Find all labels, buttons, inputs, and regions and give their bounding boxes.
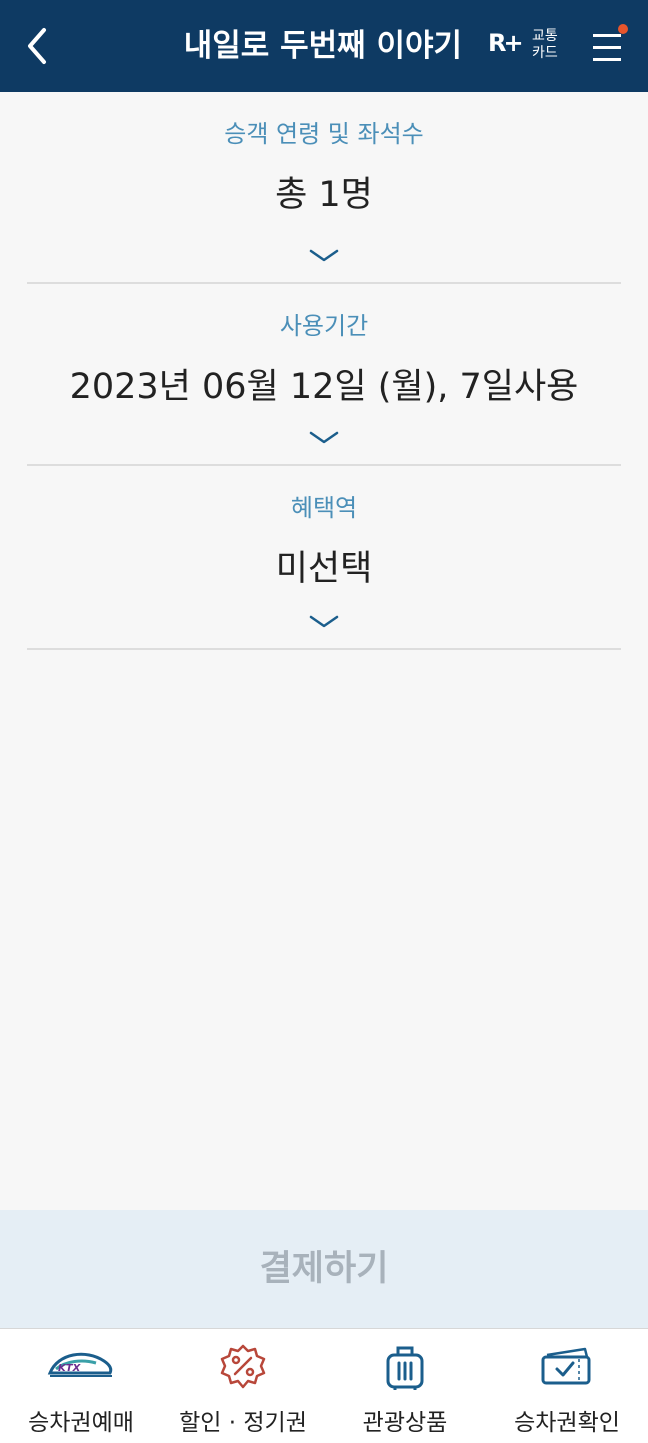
menu-button[interactable] [588,24,628,68]
passenger-label: 승객 연령 및 좌석수 [224,120,424,148]
ticket-check-icon [541,1347,591,1385]
hamburger-menu-icon [593,34,621,37]
benefit-station-value: 미선택 [275,549,373,589]
chevron-down-icon [309,431,339,444]
menu-bar [593,46,621,49]
tab-ticket-booking-label: 승차권예매 [28,1410,134,1436]
discount-badge-icon [220,1344,266,1389]
tab-discount-pass-label: 할인 · 정기권 [179,1410,307,1436]
tab-discount-pass[interactable]: 할인 · 정기권 [162,1329,324,1443]
bottom-tab-bar: KTX 승차권예매 할인 · 정기권 관광상품 승차권확인 [0,1328,648,1443]
tab-tour-products-label: 관광상품 [362,1410,448,1436]
period-section[interactable]: 사용기간 2023년 06월 12일 (월), 7일사용 [27,284,621,466]
chevron-down-icon [309,615,339,628]
suitcase-icon [386,1346,424,1390]
benefit-station-label: 혜택역 [290,494,358,522]
menu-bar [593,58,621,61]
rail-plus-card-button[interactable]: R+ 교통 카드 [488,26,568,66]
tab-ticket-booking[interactable]: KTX 승차권예매 [0,1329,162,1443]
card-label-bottom: 카드 [532,45,558,61]
card-label: 교통 카드 [532,28,558,62]
tab-tour-products[interactable]: 관광상품 [324,1329,486,1443]
tab-ticket-check[interactable]: 승차권확인 [486,1329,648,1443]
svg-text:KTX: KTX [58,1363,82,1374]
rail-plus-logo: R+ [488,29,524,57]
card-label-top: 교통 [532,28,558,44]
app-header: 내일로 두번째 이야기 R+ 교통 카드 [0,0,648,92]
pay-button-label: 결제하기 [259,1249,389,1289]
chevron-down-icon [309,249,339,262]
ktx-train-icon: KTX [47,1352,113,1377]
period-label: 사용기간 [279,312,369,340]
benefit-station-section[interactable]: 혜택역 미선택 [27,466,621,650]
page-title-text: 내일로 두번째 이야기 [183,28,462,64]
passenger-value: 총 1명 [275,175,373,215]
period-value: 2023년 06월 12일 (월), 7일사용 [69,367,579,407]
notification-dot [618,24,628,34]
tab-ticket-check-label: 승차권확인 [514,1410,620,1436]
passenger-section[interactable]: 승객 연령 및 좌석수 총 1명 [27,92,621,284]
pay-button[interactable]: 결제하기 [0,1210,648,1328]
